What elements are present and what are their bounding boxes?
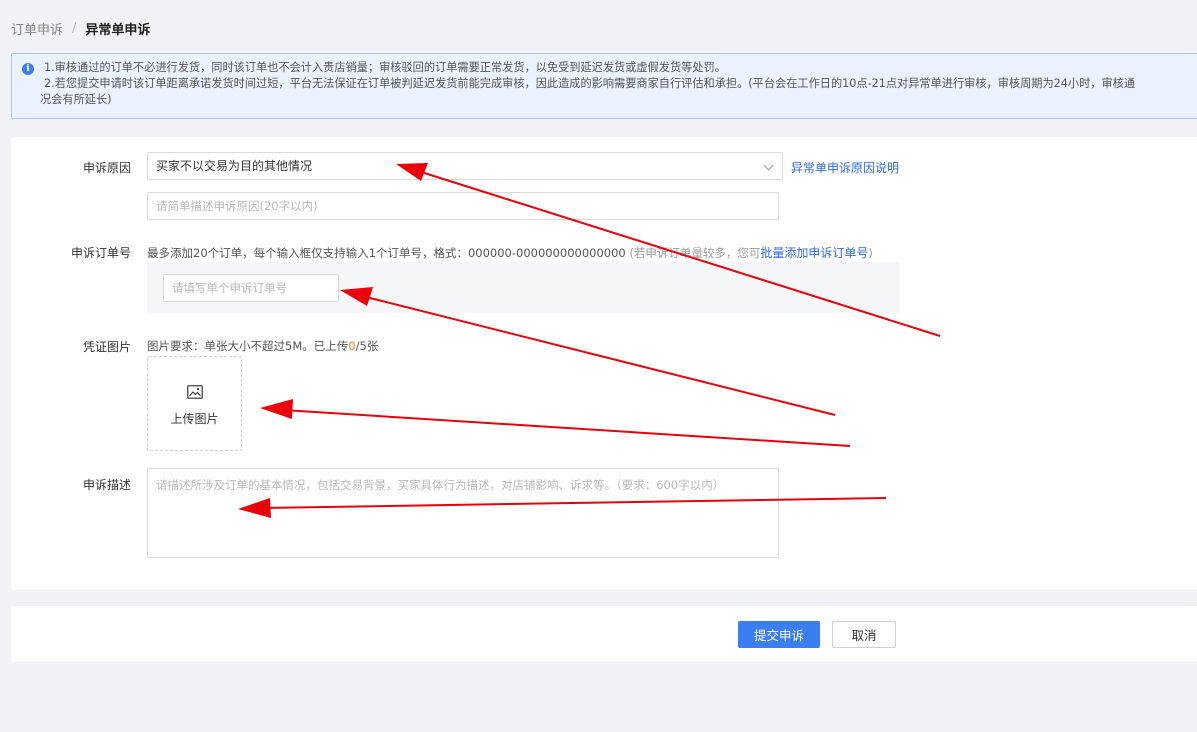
- order-number-hint: 最多添加20个订单，每个输入框仅支持输入1个订单号，格式：000000-0000…: [147, 244, 873, 261]
- order-number-hint-close: ): [868, 246, 873, 260]
- image-requirement-prefix: 图片要求：单张大小不超过5M。已上传: [147, 339, 349, 353]
- notice-banner: i 1.审核通过的订单不必进行发货，同时该订单也不会计入贵店销量；审核驳回的订单…: [11, 53, 1197, 119]
- action-bar: 提交申诉 取消: [11, 606, 1197, 662]
- order-number-label: 申诉订单号: [70, 246, 131, 260]
- reason-help-link[interactable]: 异常单申诉原因说明: [791, 159, 899, 176]
- reason-brief-input[interactable]: [147, 192, 779, 220]
- reason-selected-value: 买家不以交易为目的其他情况: [156, 159, 313, 173]
- reason-select[interactable]: 买家不以交易为目的其他情况: [147, 152, 783, 180]
- batch-add-order-link[interactable]: 批量添加申诉订单号: [760, 246, 868, 260]
- submit-appeal-button[interactable]: 提交申诉: [738, 621, 820, 648]
- image-requirement: 图片要求：单张大小不超过5M。已上传0/5张: [147, 338, 378, 354]
- image-requirement-suffix: /5张: [355, 339, 379, 353]
- evidence-image-label: 凭证图片: [82, 340, 131, 354]
- breadcrumb-separator: /: [72, 21, 77, 36]
- reason-label: 申诉原因: [82, 161, 131, 175]
- order-number-area: [147, 262, 899, 313]
- image-icon: [186, 385, 203, 399]
- order-number-input[interactable]: [163, 274, 339, 302]
- order-number-hint-extra: (若申诉订单量较多，您可: [625, 246, 761, 260]
- breadcrumb-parent[interactable]: 订单申诉: [11, 19, 63, 38]
- upload-image-label: 上传图片: [170, 412, 219, 426]
- notice-line-1: 1.审核通过的订单不必进行发货，同时该订单也不会计入贵店销量；审核驳回的订单需要…: [44, 61, 726, 74]
- notice-line-3: 况会有所延长): [40, 93, 112, 106]
- chevron-down-icon: [763, 160, 774, 171]
- cancel-button[interactable]: 取消: [832, 621, 896, 648]
- appeal-form: 申诉原因 买家不以交易为目的其他情况 异常单申诉原因说明 申诉订单号 最多添加2…: [11, 137, 1197, 590]
- upload-image-button[interactable]: 上传图片: [147, 356, 242, 451]
- notice-line-2: 2.若您提交申请时该订单距离承诺发货时间过短，平台无法保证在订单被判延迟发货前能…: [44, 77, 1136, 90]
- description-label: 申诉描述: [82, 478, 131, 492]
- info-icon: i: [22, 63, 34, 75]
- order-number-hint-main: 最多添加20个订单，每个输入框仅支持输入1个订单号，格式：000000-0000…: [147, 246, 626, 260]
- breadcrumb-current: 异常单申诉: [85, 23, 151, 38]
- breadcrumb: 订单申诉 / 异常单申诉: [11, 19, 150, 38]
- description-textarea[interactable]: [147, 468, 779, 558]
- uploaded-count: 0: [348, 339, 356, 353]
